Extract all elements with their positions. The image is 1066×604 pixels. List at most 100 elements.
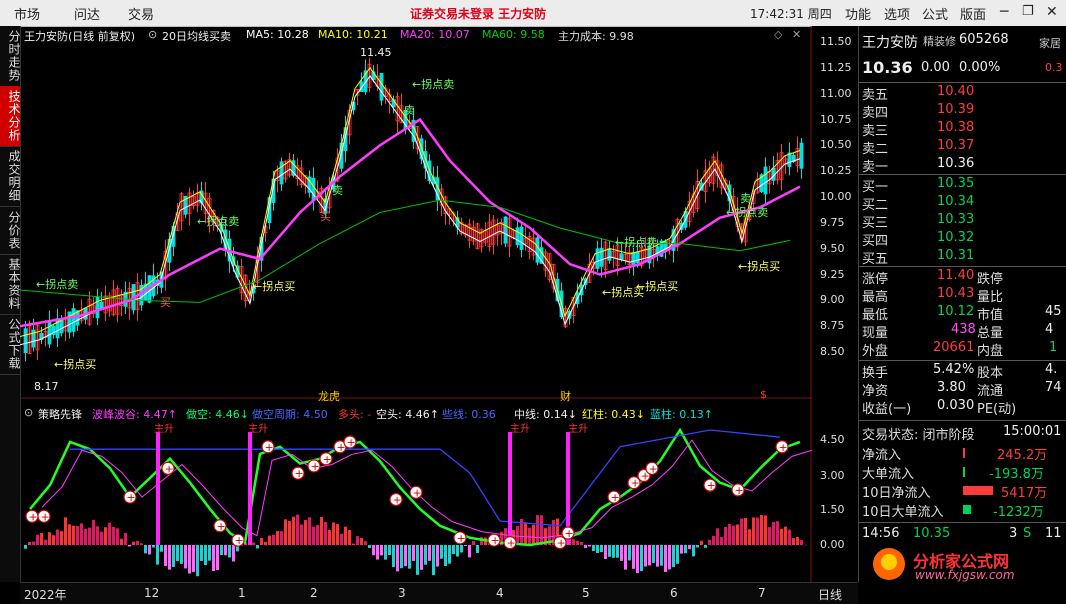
tab-trade-detail[interactable]: 成交明细	[0, 146, 21, 207]
sub-top-label: 主升	[154, 424, 174, 435]
indicator-name[interactable]: 20日均线买卖	[162, 28, 231, 44]
volume-bar	[444, 545, 447, 567]
volume-bar	[404, 545, 407, 567]
menu-market[interactable]: 市场	[14, 4, 40, 23]
candle-body	[787, 152, 792, 168]
volume-bar	[148, 545, 151, 555]
sub-signal-plus: +	[707, 479, 716, 492]
volume-bar	[36, 534, 39, 545]
volume-bar	[748, 529, 751, 545]
sub-signal-plus: +	[347, 436, 356, 449]
volume-bar	[180, 545, 183, 564]
ask-row[interactable]: 卖二 10.37	[859, 138, 979, 157]
indicator-toggle-icon[interactable]: ⊙	[148, 28, 157, 41]
period-selector[interactable]: 日线	[818, 586, 842, 603]
bid-row[interactable]: 买二 10.34	[859, 194, 979, 213]
volume-bar	[632, 545, 635, 569]
volume-bar	[40, 532, 43, 545]
volume-bar	[140, 543, 143, 545]
date-tick: 2	[310, 586, 318, 600]
price-row: 10.36 0.00 0.00% 0.3	[859, 58, 1066, 77]
price-change: 0.00	[921, 60, 950, 75]
volume-bar	[264, 541, 267, 545]
menu-trade[interactable]: 交易	[128, 4, 154, 23]
bid-row[interactable]: 买五 10.31	[859, 248, 979, 267]
volume-bar	[448, 545, 451, 564]
ask-row[interactable]: 卖一 10.36	[859, 156, 979, 175]
tab-timeshare[interactable]: 分时走势	[0, 26, 21, 87]
event-marker-finance[interactable]: 财	[560, 388, 571, 404]
stat-row: 换手 5.42% 股本 4.	[862, 362, 1058, 381]
volume-bar	[420, 545, 423, 570]
left-tab-strip: 分时走势 技术分析 成交明细 分价表 基本资料 公式下载	[0, 26, 21, 582]
ask-row[interactable]: 卖三 10.38	[859, 120, 979, 139]
menu-options[interactable]: 选项	[884, 4, 910, 23]
sub-signal-plus: +	[779, 441, 788, 454]
dollar-icon[interactable]: $	[760, 388, 767, 401]
volume-bar	[640, 545, 643, 572]
close-panel-icon[interactable]: ✕	[792, 28, 801, 41]
event-marker-lhb[interactable]: 龙虎	[318, 388, 340, 404]
volume-bar	[56, 529, 59, 545]
volume-bar	[356, 536, 359, 545]
sub-indicator-name[interactable]: 策略先锋	[38, 406, 82, 422]
industry-label[interactable]: 家居	[1039, 35, 1061, 51]
menu-function[interactable]: 功能	[845, 4, 871, 23]
stat-row: 最低 10.12 市值 45	[862, 304, 1062, 323]
menu-layout[interactable]: 版面	[960, 4, 986, 23]
tab-price-table[interactable]: 分价表	[0, 206, 21, 255]
price-tick: 11.25	[820, 61, 852, 74]
candle-body	[71, 308, 76, 332]
volume-bar	[104, 527, 107, 545]
tab-technical[interactable]: 技术分析	[0, 86, 21, 147]
tab-basic-info[interactable]: 基本资料	[0, 254, 21, 315]
stock-name: 王力安防	[862, 35, 918, 51]
stat-row: 外盘 20661 内盘 1	[862, 340, 1058, 359]
volume-bar	[72, 525, 75, 545]
volume-bar	[608, 545, 611, 557]
diamond-icon[interactable]: ◇	[774, 28, 782, 41]
volume-bar	[132, 541, 135, 545]
ask-row[interactable]: 卖四 10.39	[859, 102, 979, 121]
ask-row[interactable]: 卖五 10.40	[859, 84, 979, 103]
volume-bar	[304, 520, 307, 545]
volume-bar	[84, 528, 87, 545]
sub-signal-plus: +	[41, 510, 50, 523]
volume-bar	[328, 529, 331, 545]
volume-bar	[668, 545, 671, 570]
volume-bar	[392, 545, 395, 568]
right-axis-column: 11.50 11.25 11.00 10.75 10.50 10.25 10.0…	[812, 26, 858, 582]
volume-bar	[704, 545, 707, 548]
bid-row[interactable]: 买一 10.35	[859, 176, 979, 195]
maximize-icon[interactable]: ❐	[1022, 4, 1034, 19]
kline-chart-svg[interactable]: + ++++++++++ ++++ + + +++++++ ++	[20, 26, 812, 582]
volume-bar	[136, 540, 139, 545]
bid-row[interactable]: 买四 10.32	[859, 230, 979, 249]
candle-body	[619, 253, 624, 260]
menu-wenda[interactable]: 问达	[74, 4, 100, 23]
close-icon[interactable]: ✕	[1046, 4, 1058, 20]
volume-bar	[192, 545, 195, 572]
candle-body	[23, 328, 28, 353]
volume-bar	[628, 545, 631, 561]
bid-row[interactable]: 买三 10.33	[859, 212, 979, 231]
volume-bar	[752, 517, 755, 545]
volume-bar	[256, 545, 259, 549]
sub-signal-plus: +	[393, 493, 402, 506]
menu-formula[interactable]: 公式	[922, 4, 948, 23]
volume-bar	[160, 545, 163, 552]
volume-bar	[724, 526, 727, 545]
volume-bar	[376, 545, 379, 560]
signal-sell-label: ←拐点卖	[412, 78, 455, 91]
minimize-icon[interactable]: ─	[1000, 4, 1008, 20]
volume-bar	[44, 539, 47, 545]
sector-tag[interactable]: 精装修	[923, 33, 956, 49]
low-price-label: 8.17	[34, 380, 59, 393]
tab-formula-download[interactable]: 公式下载	[0, 314, 21, 375]
price-tick: 9.25	[820, 268, 845, 281]
sub-indicator-icon[interactable]: ⊙	[24, 406, 33, 419]
volume-bar	[656, 545, 659, 567]
kline-chart-area[interactable]: + + + + + + + + + + + + + + + + + + + + + + + + + + 王力安防(日线 前复权) …	[20, 26, 853, 582]
candle-body	[503, 216, 508, 244]
volume-bar	[636, 545, 639, 574]
